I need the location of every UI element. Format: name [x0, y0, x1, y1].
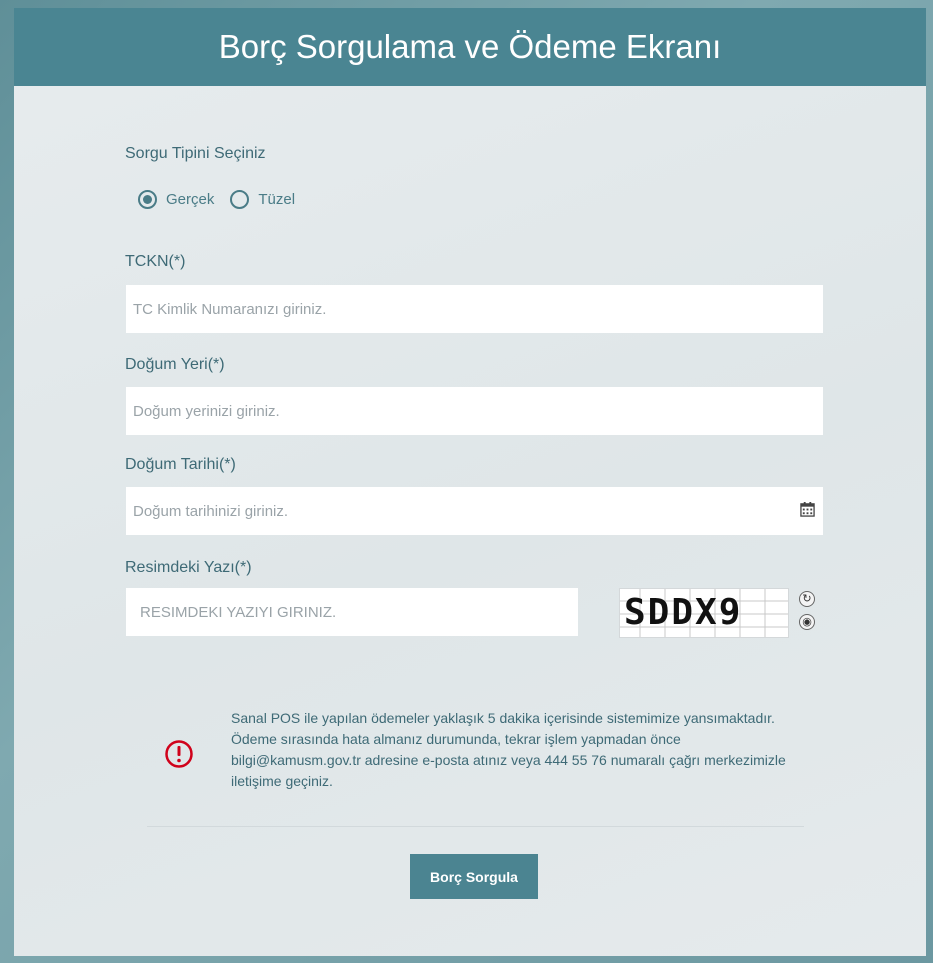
page-title: Borç Sorgulama ve Ödeme Ekranı [14, 8, 926, 86]
form-panel: Borç Sorgulama ve Ödeme Ekranı Sorgu Tip… [14, 8, 926, 956]
tckn-input[interactable] [126, 285, 823, 333]
radio-tuzel[interactable] [230, 190, 250, 209]
query-type-label: Sorgu Tipini Seçiniz [125, 145, 266, 162]
divider [147, 826, 804, 827]
tckn-label: TCKN(*) [125, 253, 186, 270]
birth-date-input[interactable] [126, 487, 823, 535]
birth-date-wrapper [126, 487, 823, 535]
warning-icon [165, 740, 193, 768]
captcha-input[interactable] [126, 588, 578, 636]
captcha-image: SDDX9 [619, 588, 789, 638]
captcha-label: Resimdeki Yazı(*) [125, 559, 252, 576]
page-title-text: Borç Sorgulama ve Ödeme Ekranı [218, 28, 722, 65]
radio-tuzel-label[interactable]: Tüzel [258, 191, 295, 208]
radio-gercek-label[interactable]: Gerçek [166, 191, 214, 208]
calendar-icon[interactable] [800, 502, 815, 517]
payment-notice: Sanal POS ile yapılan ödemeler yaklaşık … [231, 710, 786, 789]
captcha-text: SDDX9 [624, 592, 743, 633]
refresh-icon[interactable]: ↻ [799, 591, 815, 607]
birth-date-label: Doğum Tarihi(*) [125, 456, 236, 473]
birth-place-input[interactable] [126, 387, 823, 435]
borc-sorgula-button[interactable]: Borç Sorgula [410, 854, 538, 899]
query-type-group: Gerçek Tüzel [138, 190, 311, 209]
birth-place-label: Doğum Yeri(*) [125, 356, 225, 373]
audio-icon[interactable]: ◉ [799, 614, 815, 630]
radio-gercek[interactable] [138, 190, 157, 209]
